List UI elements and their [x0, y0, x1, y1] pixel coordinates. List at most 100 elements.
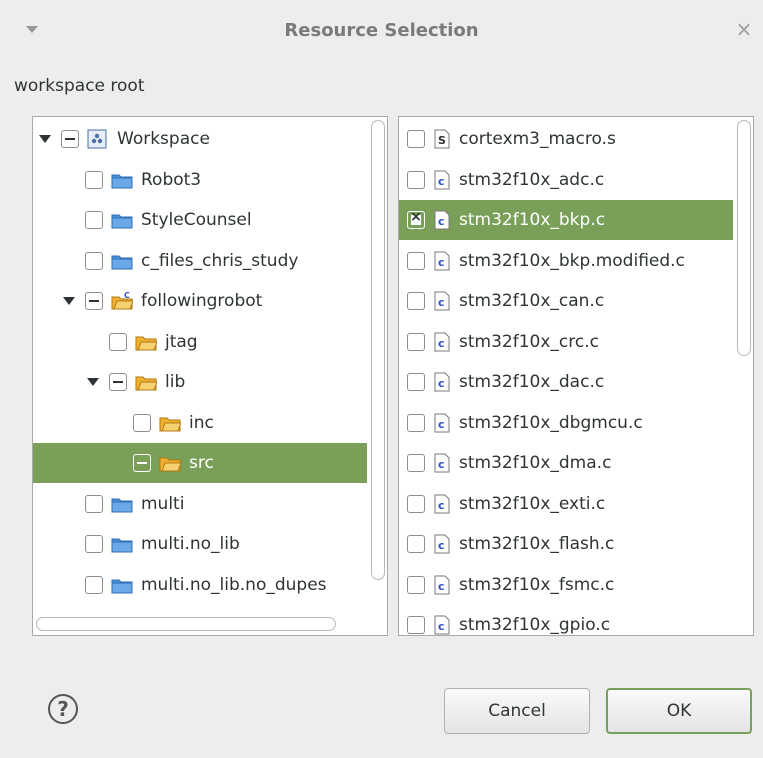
file-checkbox[interactable] [407, 209, 425, 229]
c-project-icon: C [111, 291, 133, 311]
file-list-item[interactable]: c stm32f10x_fsmc.c [399, 565, 733, 605]
svg-text:c: c [438, 175, 445, 188]
file-checkbox[interactable] [407, 130, 425, 148]
tree-item[interactable]: src [33, 443, 367, 483]
folder-icon [135, 332, 157, 352]
project-icon [111, 494, 133, 514]
c-file-icon: c [433, 210, 451, 230]
tree-item[interactable]: multi [33, 484, 367, 524]
file-checkbox[interactable] [407, 535, 425, 553]
expander-arrow-icon[interactable] [87, 378, 99, 386]
svg-text:c: c [438, 499, 445, 512]
tree-item[interactable]: jtag [33, 322, 367, 362]
ok-button[interactable]: OK [606, 688, 752, 734]
c-file-icon: c [433, 332, 451, 352]
c-file-icon: c [433, 575, 451, 595]
tree-item[interactable]: c_files_chris_study [33, 241, 367, 281]
c-file-icon: c [433, 291, 451, 311]
file-list-item[interactable]: c stm32f10x_bkp.c [399, 200, 733, 240]
dialog-title: Resource Selection [284, 20, 479, 41]
help-icon[interactable]: ? [48, 694, 78, 724]
tree-item-label: Robot3 [141, 169, 202, 190]
tree-item[interactable]: multi.no_lib.no_dupes [33, 565, 367, 605]
folder-tree[interactable]: multi.no_lib.no_dupes multi.no_lib multi sr… [32, 116, 388, 636]
file-label: stm32f10x_adc.c [459, 169, 605, 190]
tree-item-checkbox[interactable] [85, 535, 103, 553]
tree-item-label: Workspace [117, 129, 210, 149]
file-list-item[interactable]: c stm32f10x_crc.c [399, 322, 733, 362]
svg-text:c: c [438, 418, 445, 431]
file-list-item[interactable]: c stm32f10x_flash.c [399, 524, 733, 564]
tree-item-checkbox[interactable] [109, 373, 127, 391]
folder-icon [159, 453, 181, 473]
file-checkbox[interactable] [407, 170, 425, 189]
tree-item[interactable]: inc [33, 403, 367, 443]
file-label: stm32f10x_can.c [459, 291, 605, 311]
tree-item-checkbox[interactable] [85, 251, 103, 270]
tree-item-checkbox[interactable] [85, 292, 103, 310]
c-file-icon: c [433, 372, 451, 392]
file-list-item[interactable]: c stm32f10x_gpio.c [399, 605, 733, 635]
file-label: stm32f10x_dbgmcu.c [459, 412, 643, 433]
file-checkbox[interactable] [407, 575, 425, 594]
expander-arrow-icon[interactable] [63, 297, 75, 305]
file-list-item[interactable]: c stm32f10x_can.c [399, 281, 733, 321]
file-checkbox[interactable] [407, 292, 425, 310]
svg-text:c: c [438, 296, 445, 309]
tree-item[interactable]: multi.no_lib [33, 524, 367, 564]
svg-text:c: c [438, 215, 445, 228]
file-checkbox[interactable] [407, 373, 425, 391]
c-file-icon: c [433, 534, 451, 554]
cancel-button[interactable]: Cancel [444, 688, 590, 734]
tree-item-checkbox[interactable] [85, 494, 103, 513]
svg-text:c: c [438, 256, 445, 269]
file-list-item[interactable]: c stm32f10x_exti.c [399, 484, 733, 524]
file-list-item[interactable]: c stm32f10x_bkp.modified.c [399, 241, 733, 281]
file-checkbox[interactable] [407, 251, 425, 270]
file-label: stm32f10x_bkp.c [459, 210, 606, 230]
tree-item-checkbox[interactable] [61, 130, 79, 148]
tree-vertical-scrollbar[interactable] [371, 120, 385, 580]
file-checkbox[interactable] [407, 454, 425, 472]
tree-horizontal-scrollbar[interactable] [36, 617, 336, 631]
file-label: stm32f10x_flash.c [459, 534, 615, 554]
svg-text:C: C [124, 291, 130, 300]
tree-item[interactable]: Robot3 [33, 160, 367, 200]
file-checkbox[interactable] [407, 494, 425, 513]
tree-item-checkbox[interactable] [133, 413, 151, 432]
c-file-icon: c [433, 413, 451, 433]
project-icon [111, 210, 133, 230]
tree-item-checkbox[interactable] [133, 454, 151, 472]
file-label: stm32f10x_exti.c [459, 493, 606, 514]
project-icon [111, 251, 133, 271]
file-list-vertical-scrollbar[interactable] [737, 120, 751, 356]
file-list-item[interactable]: c stm32f10x_adc.c [399, 160, 733, 200]
file-label: stm32f10x_fsmc.c [459, 574, 615, 595]
expander-arrow-icon[interactable] [39, 135, 51, 143]
c-file-icon: c [433, 615, 451, 635]
tree-item[interactable]: Workspace [33, 119, 367, 159]
c-file-icon: c [433, 494, 451, 514]
tree-item[interactable]: Cfollowingrobot [33, 281, 367, 321]
tree-item-checkbox[interactable] [109, 332, 127, 351]
tree-item[interactable]: StyleCounsel [33, 200, 367, 240]
tree-item-label: StyleCounsel [141, 210, 252, 230]
c-file-icon: c [433, 251, 451, 271]
title-bar: Resource Selection × [0, 0, 763, 62]
tree-item-checkbox[interactable] [85, 170, 103, 189]
file-list[interactable]: c stm32f10x_gpio.c c stm32f10x_fsmc.c c stm32… [398, 116, 754, 636]
tree-item-checkbox[interactable] [85, 575, 103, 594]
project-icon [111, 534, 133, 554]
file-list-item[interactable]: c stm32f10x_dma.c [399, 443, 733, 483]
svg-text:c: c [438, 580, 445, 593]
file-checkbox[interactable] [407, 616, 425, 634]
file-list-item[interactable]: c stm32f10x_dbgmcu.c [399, 403, 733, 443]
file-list-item[interactable]: Scortexm3_macro.s [399, 119, 733, 159]
file-checkbox[interactable] [407, 413, 425, 432]
tree-item[interactable]: lib [33, 362, 367, 402]
file-checkbox[interactable] [407, 332, 425, 351]
file-list-item[interactable]: c stm32f10x_dac.c [399, 362, 733, 402]
tree-item-checkbox[interactable] [85, 211, 103, 229]
c-file-icon: c [433, 453, 451, 473]
close-icon[interactable]: × [734, 18, 754, 40]
